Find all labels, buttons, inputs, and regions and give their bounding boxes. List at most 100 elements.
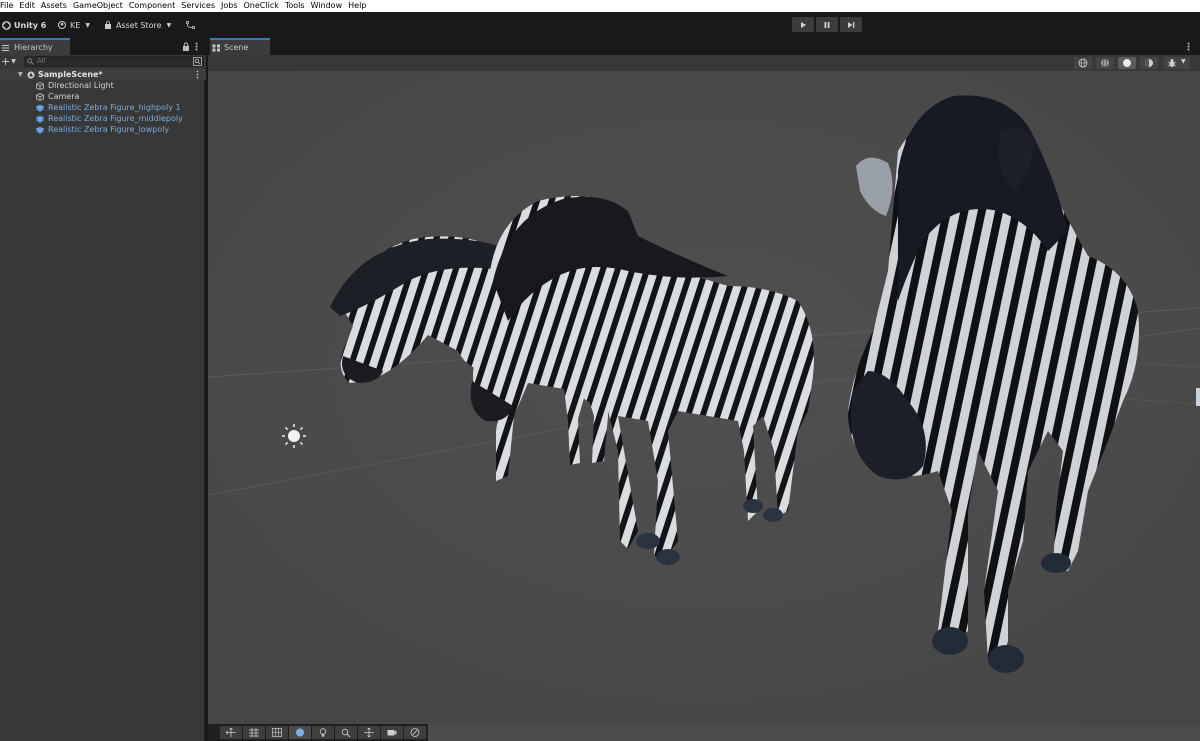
search-icon — [27, 58, 34, 65]
menu-help[interactable]: Help — [345, 0, 369, 12]
tab-hierarchy[interactable]: Hierarchy — [0, 38, 70, 55]
bulb-icon — [319, 728, 327, 737]
account-icon — [58, 21, 66, 29]
gameobject-cube-icon — [36, 82, 44, 90]
view-tool-button[interactable] — [220, 726, 242, 739]
grid-icon — [249, 728, 259, 737]
play-icon — [801, 21, 806, 28]
chevron-down-icon: ▼ — [1181, 58, 1186, 65]
hierarchy-search-input[interactable]: All — [24, 56, 204, 67]
scene-name-label: SampleScene* — [38, 70, 103, 79]
menu-file[interactable]: File — [0, 0, 16, 12]
create-dropdown-button[interactable]: + ▼ — [1, 55, 19, 68]
gizmos-dropdown[interactable]: ▼ — [1164, 57, 1190, 69]
search-filter-icon[interactable] — [193, 57, 202, 66]
hierarchy-item-label: Realistic Zebra Figure_middlepoly — [48, 114, 183, 123]
more-options-icon[interactable] — [195, 42, 198, 51]
search-tool-button[interactable] — [335, 726, 357, 739]
hierarchy-item-directional-light[interactable]: Directional Light — [0, 80, 206, 91]
sphere-icon — [296, 728, 304, 737]
scene-view-toolbar: ▼ — [208, 55, 1200, 71]
snap-grid-icon — [272, 728, 282, 737]
asset-store-dropdown[interactable]: Asset Store ▼ — [104, 18, 171, 32]
hierarchy-tree: ▼ SampleScene* Directional Light Camera … — [0, 69, 206, 135]
menu-window[interactable]: Window — [308, 0, 346, 12]
hierarchy-item-label: Realistic Zebra Figure_highpoly 1 — [48, 103, 181, 112]
more-options-icon[interactable] — [196, 70, 199, 79]
list-icon — [2, 44, 9, 51]
menu-assets[interactable]: Assets — [38, 0, 70, 12]
more-options-icon[interactable] — [1187, 42, 1190, 51]
scene-view[interactable]: ▼ — [208, 55, 1200, 741]
prefab-cube-icon — [36, 115, 44, 123]
shaded-button[interactable] — [1118, 57, 1136, 69]
tab-strip: Hierarchy Scene — [0, 38, 1200, 55]
hierarchy-item-label: Camera — [48, 92, 80, 101]
chevron-down-icon: ▼ — [85, 21, 90, 29]
account-dropdown[interactable]: KE ▼ — [58, 18, 90, 32]
lighting-tool-button[interactable] — [312, 726, 334, 739]
menu-edit[interactable]: Edit — [16, 0, 38, 12]
shopping-bag-icon — [105, 21, 111, 29]
snap-tool-button[interactable] — [266, 726, 288, 739]
tab-scene-label: Scene — [224, 43, 249, 52]
gizmos-bug-icon — [1167, 59, 1177, 67]
account-label: KE — [70, 20, 81, 30]
transform-tool-button[interactable] — [358, 726, 380, 739]
unlit-sphere-icon — [1145, 59, 1153, 67]
pause-button[interactable] — [816, 17, 838, 32]
gameobject-cube-icon — [36, 93, 44, 101]
wireframe-shading-button[interactable] — [1074, 57, 1092, 69]
hierarchy-panel: + ▼ All ▼ SampleScene* Directional Light… — [0, 55, 206, 741]
play-button[interactable] — [792, 17, 814, 32]
cross-arrows-icon — [364, 728, 374, 737]
menu-bar: File Edit Assets GameObject Component Se… — [0, 0, 1200, 12]
prefab-cube-icon — [36, 126, 44, 134]
branch-icon — [186, 21, 195, 29]
hierarchy-item-zebra-middlepoly[interactable]: Realistic Zebra Figure_middlepoly — [0, 113, 206, 124]
shaded-wireframe-sphere-icon — [1101, 58, 1109, 68]
hierarchy-item-zebra-lowpoly[interactable]: Realistic Zebra Figure_lowpoly — [0, 124, 206, 135]
tab-scene[interactable]: Scene — [210, 38, 270, 55]
shaded-wireframe-button[interactable] — [1096, 57, 1114, 69]
pause-icon — [824, 21, 830, 28]
scene-scroll-indicator[interactable] — [1196, 388, 1200, 406]
unity-scene-icon — [27, 71, 35, 79]
search-placeholder: All — [37, 57, 46, 65]
compass-icon — [410, 728, 420, 737]
settings-tool-button[interactable] — [404, 726, 426, 739]
grid-tool-button[interactable] — [243, 726, 265, 739]
plus-icon: + — [1, 55, 11, 68]
menu-jobs[interactable]: Jobs — [218, 0, 241, 12]
scene-row[interactable]: ▼ SampleScene* — [0, 69, 206, 80]
menu-tools[interactable]: Tools — [282, 0, 308, 12]
lock-icon[interactable] — [182, 42, 190, 51]
foldout-arrow-icon[interactable]: ▼ — [18, 69, 23, 80]
menu-gameobject[interactable]: GameObject — [70, 0, 126, 12]
search-icon — [341, 728, 351, 737]
hierarchy-item-label: Directional Light — [48, 81, 114, 90]
asset-store-label: Asset Store — [116, 20, 162, 30]
step-button[interactable] — [840, 17, 862, 32]
tools-overlay — [208, 724, 428, 741]
draw-mode-button[interactable] — [289, 726, 311, 739]
version-control-button[interactable] — [186, 18, 199, 32]
hierarchy-toolbar: + ▼ All — [0, 55, 206, 68]
unity-menu-button[interactable]: Unity 6 — [2, 18, 46, 32]
scene-grid-icon — [212, 44, 220, 51]
camera-tool-button[interactable] — [381, 726, 403, 739]
hierarchy-item-camera[interactable]: Camera — [0, 91, 206, 102]
unity-logo-icon — [2, 20, 11, 30]
menu-component[interactable]: Component — [126, 0, 178, 12]
unlit-button[interactable] — [1140, 57, 1158, 69]
chevron-down-icon: ▼ — [11, 58, 16, 65]
menu-services[interactable]: Services — [178, 0, 218, 12]
move-arrows-icon — [226, 728, 236, 737]
prefab-cube-icon — [36, 104, 44, 112]
chevron-down-icon: ▼ — [166, 21, 172, 29]
menu-oneclick[interactable]: OneClick — [241, 0, 282, 12]
scene-viewport — [208, 71, 1200, 724]
wireframe-sphere-icon — [1078, 58, 1088, 68]
tab-hierarchy-label: Hierarchy — [14, 43, 53, 52]
hierarchy-item-zebra-highpoly[interactable]: Realistic Zebra Figure_highpoly 1 — [0, 102, 206, 113]
